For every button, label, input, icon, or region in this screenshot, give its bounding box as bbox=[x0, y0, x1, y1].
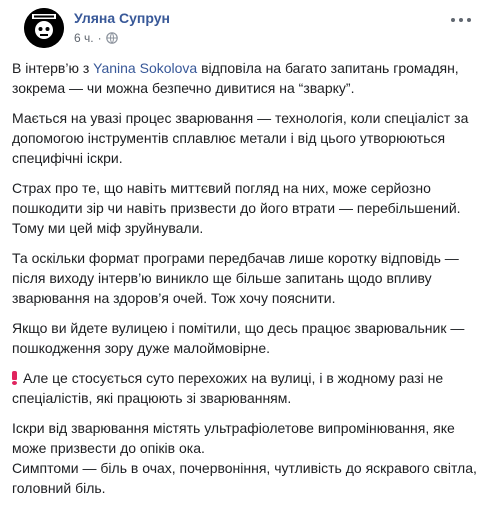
post-header: Уляна Супрун 6 ч. · bbox=[12, 0, 487, 52]
post-meta: 6 ч. · bbox=[74, 31, 118, 47]
paragraph-4: Та оскільки формат програми передбачав л… bbox=[12, 250, 459, 306]
exclamation-icon bbox=[12, 371, 17, 385]
paragraph-5: Якщо ви йдете вулицею і помітили, що дес… bbox=[12, 320, 465, 356]
post-content: В інтерв’ю з Yanina Sokolova відповіла н… bbox=[12, 58, 482, 508]
author-name[interactable]: Уляна Супрун bbox=[74, 10, 170, 26]
paragraph-3: Страх про те, що навіть миттєвий погляд … bbox=[12, 180, 461, 236]
facebook-post: Уляна Супрун 6 ч. · В інтерв’ю з Yanina S… bbox=[0, 0, 501, 496]
paragraph-6: Але це стосується суто перехожих на вули… bbox=[12, 368, 482, 408]
avatar-logo-icon bbox=[24, 8, 64, 48]
mention-link[interactable]: Yanina Sokolova bbox=[93, 60, 197, 76]
meta-separator: · bbox=[97, 31, 102, 45]
paragraph-2: Мається на увазі процес зварювання — тех… bbox=[12, 110, 469, 166]
paragraph-text: В інтерв’ю з bbox=[12, 60, 94, 76]
post-timestamp[interactable]: 6 ч. bbox=[74, 31, 94, 45]
globe-icon[interactable] bbox=[105, 32, 118, 47]
paragraph-text: Але це стосується суто перехожих на вули… bbox=[12, 370, 444, 406]
paragraph-1: В інтерв’ю з Yanina Sokolova відповіла н… bbox=[12, 58, 482, 98]
more-options-icon[interactable] bbox=[451, 14, 471, 26]
author-avatar[interactable] bbox=[24, 8, 64, 48]
paragraph-7: Іскри від зварювання містять ультрафіоле… bbox=[12, 420, 477, 496]
